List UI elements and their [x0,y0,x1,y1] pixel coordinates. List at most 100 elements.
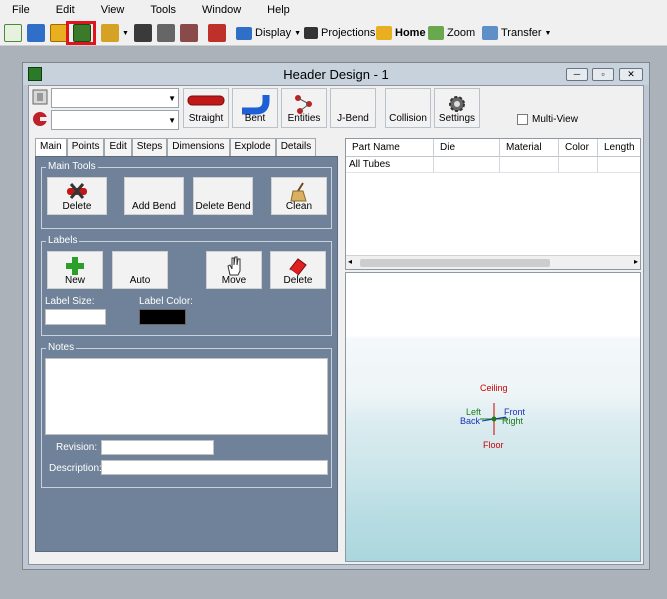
settings-button[interactable]: Settings [434,88,480,128]
delete-tube-button[interactable]: Delete [47,177,107,215]
menu-edit[interactable]: Edit [44,4,75,16]
delete-bend-label: Delete Bend [195,201,251,212]
description-input[interactable] [101,460,328,475]
close-button[interactable]: ✕ [619,68,643,81]
3d-viewport[interactable]: Ceiling Left Back Front Right Floor [345,272,641,562]
home-button[interactable]: Home [376,23,426,43]
cell-color [559,157,598,173]
projections-label: Projections [321,27,376,39]
move-label-button[interactable]: Move [206,251,262,289]
col-material[interactable]: Material [500,139,559,157]
entities-icon [295,95,312,114]
tube-select[interactable]: ▼ [51,88,179,108]
chevron-down-icon: ▼ [168,116,176,125]
col-length[interactable]: Length [598,139,640,157]
col-part-name[interactable]: Part Name [346,139,434,157]
restore-button[interactable]: ▫ [592,68,614,81]
gear-icon [449,96,465,112]
clean-label: Clean [285,201,313,212]
delete-tube-label: Delete [62,201,92,212]
bent-button[interactable]: Bent [232,88,278,128]
tab-explode[interactable]: Explode [229,138,276,156]
scroll-right-icon[interactable]: ▸ [634,257,638,266]
entities-button[interactable]: Entities [281,88,327,128]
menu-file[interactable]: File [0,4,30,16]
print-preview-button[interactable] [180,23,198,43]
open-file-button[interactable] [27,23,45,43]
menu-window[interactable]: Window [190,4,241,16]
notes-textarea[interactable] [45,358,328,435]
display-icon [236,26,252,40]
window-body: ▼ ▼ Straight Bent Entities J-Bend Collis… [28,85,644,565]
window-titlebar[interactable]: Header Design - 1 ─ ▫ ✕ [23,63,649,85]
projections-button[interactable]: Projections [304,23,375,43]
auto-label-button[interactable]: Auto [112,251,168,289]
tab-details[interactable]: Details [275,138,317,156]
table-row[interactable]: All Tubes [346,157,640,173]
delete-label-button[interactable]: Delete [270,251,326,289]
col-die[interactable]: Die [434,139,500,157]
multiview-toggle[interactable]: Multi-View [517,114,578,125]
menu-view[interactable]: View [89,4,125,16]
print-button[interactable] [157,23,175,43]
open-file-icon [27,24,45,42]
label-color-label: Label Color: [139,296,193,307]
minimize-button[interactable]: ─ [566,68,588,81]
orientation-axes-icon [480,403,508,435]
plus-icon [66,257,84,275]
tube-icon [32,89,48,105]
user-tools-button[interactable]: ▼ [101,23,129,43]
delete-label-label: Delete [283,275,313,286]
user-tools-icon [101,24,119,42]
home-label: Home [395,27,426,39]
straight-label: Straight [188,113,224,124]
save-button[interactable] [134,23,152,43]
transfer-button[interactable]: Transfer ▼ [482,23,551,43]
sw-button[interactable] [208,23,226,43]
delete-tube-icon [67,183,87,199]
labels-title: Labels [46,235,80,246]
zoom-label: Zoom [447,27,476,39]
new-label-label: New [64,275,85,286]
die-select[interactable]: ▼ [51,110,179,130]
grid-header: Part Name Die Material Color Length [346,139,640,157]
tab-steps[interactable]: Steps [131,138,168,156]
tab-main[interactable]: Main [35,138,67,157]
camera-icon [304,27,318,39]
new-file-button[interactable] [4,23,22,43]
label-color-swatch[interactable] [139,309,186,325]
clean-button[interactable]: Clean [271,177,327,215]
broom-icon [290,182,307,202]
die-icon [33,112,48,126]
scrollbar-thumb[interactable] [360,259,550,267]
print-preview-icon [180,24,198,42]
jbend-button[interactable]: J-Bend [330,88,376,128]
zoom-button[interactable]: Zoom [428,23,475,43]
tab-edit[interactable]: Edit [104,138,132,156]
collision-button[interactable]: Collision [385,88,431,128]
straight-button[interactable]: Straight [183,88,229,128]
revision-label: Revision: [56,442,98,453]
new-label-button[interactable]: New [47,251,103,289]
parts-grid: Part Name Die Material Color Length All … [345,138,641,270]
multiview-checkbox[interactable] [517,114,528,125]
notes-title: Notes [46,342,77,353]
menu-help[interactable]: Help [255,4,290,16]
revision-input[interactable] [101,440,214,455]
chevron-down-icon: ▼ [168,94,176,103]
menu-tools[interactable]: Tools [138,4,176,16]
display-button[interactable]: Display ▼ [236,23,301,43]
delete-bend-button[interactable]: Delete Bend [193,177,253,215]
tab-points[interactable]: Points [66,138,105,156]
add-bend-button[interactable]: Add Bend [124,177,184,215]
cell-material [500,157,559,173]
scroll-left-icon[interactable]: ◂ [348,257,352,266]
grid-horizontal-scrollbar[interactable]: ◂ ▸ [346,255,640,269]
transfer-label: Transfer [501,27,542,39]
label-size-input[interactable] [45,309,106,325]
highlight-box [66,21,96,45]
col-color[interactable]: Color [559,139,598,157]
settings-label: Settings [438,113,476,124]
tab-dimensions[interactable]: Dimensions [167,138,230,156]
save-icon [134,24,152,42]
